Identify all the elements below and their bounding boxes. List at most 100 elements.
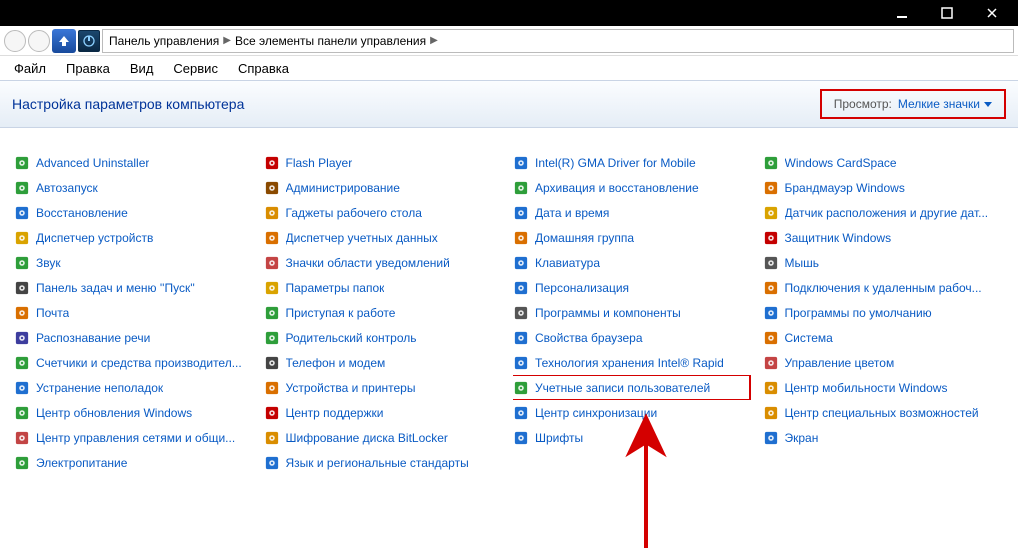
control-panel-item[interactable]: Центр поддержки <box>264 400 506 425</box>
control-panel-item[interactable]: Автозапуск <box>14 175 256 200</box>
applet-label: Защитник Windows <box>785 231 892 245</box>
menu-tools[interactable]: Сервис <box>165 59 226 78</box>
control-panel-item[interactable]: Дата и время <box>513 200 755 225</box>
breadcrumb-lvl1[interactable]: Панель управления <box>109 34 219 48</box>
applet-label: Родительский контроль <box>286 331 417 345</box>
applet-icon <box>264 155 280 171</box>
control-panel-item[interactable]: Flash Player <box>264 150 506 175</box>
control-panel-item[interactable]: Технология хранения Intel® Rapid <box>513 350 755 375</box>
control-panel-item[interactable]: Свойства браузера <box>513 325 755 350</box>
control-panel-item[interactable]: Восстановление <box>14 200 256 225</box>
applet-label: Значки области уведомлений <box>286 256 450 270</box>
control-panel-item[interactable]: Центр синхронизации <box>513 400 755 425</box>
control-panel-item[interactable]: Телефон и модем <box>264 350 506 375</box>
applet-label: Домашняя группа <box>535 231 634 245</box>
control-panel-item[interactable]: Экран <box>763 425 1005 450</box>
control-panel-item[interactable]: Домашняя группа <box>513 225 755 250</box>
applet-label: Брандмауэр Windows <box>785 181 905 195</box>
control-panel-item[interactable]: Подключения к удаленным рабоч... <box>763 275 1005 300</box>
applet-label: Advanced Uninstaller <box>36 156 149 170</box>
applet-icon <box>264 305 280 321</box>
control-panel-item[interactable]: Шрифты <box>513 425 755 450</box>
control-panel-item[interactable]: Гаджеты рабочего стола <box>264 200 506 225</box>
close-button[interactable] <box>969 0 1014 26</box>
applet-icon <box>513 155 529 171</box>
control-panel-item[interactable]: Звук <box>14 250 256 275</box>
applet-icon <box>763 180 779 196</box>
applet-label: Intel(R) GMA Driver for Mobile <box>535 156 696 170</box>
menu-file[interactable]: Файл <box>6 59 54 78</box>
nav-back-button[interactable] <box>4 30 26 52</box>
applet-icon <box>763 255 779 271</box>
control-panel-item[interactable]: Центр обновления Windows <box>14 400 256 425</box>
applet-icon <box>513 380 529 396</box>
applet-label: Мышь <box>785 256 820 270</box>
control-panel-item[interactable]: Учетные записи пользователей <box>513 375 755 400</box>
applet-icon <box>264 380 280 396</box>
control-panel-item[interactable]: Язык и региональные стандарты <box>264 450 506 475</box>
applet-label: Подключения к удаленным рабоч... <box>785 281 982 295</box>
applet-label: Технология хранения Intel® Rapid <box>535 356 724 370</box>
control-panel-item[interactable]: Счетчики и средства производител... <box>14 350 256 375</box>
control-panel-item[interactable]: Брандмауэр Windows <box>763 175 1005 200</box>
menu-view[interactable]: Вид <box>122 59 162 78</box>
control-panel-item[interactable]: Управление цветом <box>763 350 1005 375</box>
control-panel-item[interactable]: Параметры папок <box>264 275 506 300</box>
applet-label: Центр мобильности Windows <box>785 381 948 395</box>
applet-label: Диспетчер учетных данных <box>286 231 438 245</box>
control-panel-item[interactable]: Программы по умолчанию <box>763 300 1005 325</box>
nav-forward-button[interactable] <box>28 30 50 52</box>
applet-icon <box>14 330 30 346</box>
control-panel-item[interactable]: Intel(R) GMA Driver for Mobile <box>513 150 755 175</box>
control-panel-item[interactable]: Система <box>763 325 1005 350</box>
applet-label: Персонализация <box>535 281 629 295</box>
control-panel-item[interactable]: Windows CardSpace <box>763 150 1005 175</box>
control-panel-item[interactable]: Центр управления сетями и общи... <box>14 425 256 450</box>
control-panel-item[interactable]: Центр специальных возможностей <box>763 400 1005 425</box>
control-panel-item[interactable]: Диспетчер устройств <box>14 225 256 250</box>
control-panel-item[interactable]: Архивация и восстановление <box>513 175 755 200</box>
applet-label: Счетчики и средства производител... <box>36 356 242 370</box>
control-panel-item[interactable]: Распознавание речи <box>14 325 256 350</box>
control-panel-item[interactable]: Датчик расположения и другие дат... <box>763 200 1005 225</box>
applet-icon <box>264 355 280 371</box>
applet-icon <box>14 255 30 271</box>
minimize-button[interactable] <box>879 0 924 26</box>
applet-icon <box>14 430 30 446</box>
view-dropdown[interactable]: Мелкие значки <box>898 97 992 111</box>
nav-up-button[interactable] <box>52 29 76 53</box>
applet-icon <box>513 205 529 221</box>
maximize-button[interactable] <box>924 0 969 26</box>
menu-bar: Файл Правка Вид Сервис Справка <box>0 56 1018 80</box>
menu-edit[interactable]: Правка <box>58 59 118 78</box>
applet-icon <box>513 255 529 271</box>
control-panel-item[interactable]: Защитник Windows <box>763 225 1005 250</box>
control-panel-item[interactable]: Почта <box>14 300 256 325</box>
control-panel-item[interactable]: Шифрование диска BitLocker <box>264 425 506 450</box>
applet-icon <box>763 405 779 421</box>
control-panel-item[interactable]: Приступая к работе <box>264 300 506 325</box>
breadcrumb[interactable]: Панель управления ▶ Все элементы панели … <box>102 29 1014 53</box>
control-panel-item[interactable]: Диспетчер учетных данных <box>264 225 506 250</box>
control-panel-item[interactable]: Значки области уведомлений <box>264 250 506 275</box>
control-panel-item[interactable]: Центр мобильности Windows <box>763 375 1005 400</box>
control-panel-item[interactable]: Мышь <box>763 250 1005 275</box>
control-panel-item[interactable]: Устранение неполадок <box>14 375 256 400</box>
applet-label: Windows CardSpace <box>785 156 897 170</box>
menu-help[interactable]: Справка <box>230 59 297 78</box>
applet-icon <box>513 355 529 371</box>
applet-label: Администрирование <box>286 181 400 195</box>
applet-label: Управление цветом <box>785 356 895 370</box>
control-panel-item[interactable]: Администрирование <box>264 175 506 200</box>
control-panel-item[interactable]: Панель задач и меню ''Пуск'' <box>14 275 256 300</box>
control-panel-item[interactable]: Электропитание <box>14 450 256 475</box>
view-value: Мелкие значки <box>898 97 980 111</box>
control-panel-item[interactable]: Родительский контроль <box>264 325 506 350</box>
control-panel-item[interactable]: Устройства и принтеры <box>264 375 506 400</box>
control-panel-item[interactable]: Клавиатура <box>513 250 755 275</box>
control-panel-item[interactable]: Программы и компоненты <box>513 300 755 325</box>
control-panel-item[interactable]: Advanced Uninstaller <box>14 150 256 175</box>
control-panel-item[interactable]: Персонализация <box>513 275 755 300</box>
applet-icon <box>763 155 779 171</box>
breadcrumb-lvl2[interactable]: Все элементы панели управления <box>235 34 426 48</box>
